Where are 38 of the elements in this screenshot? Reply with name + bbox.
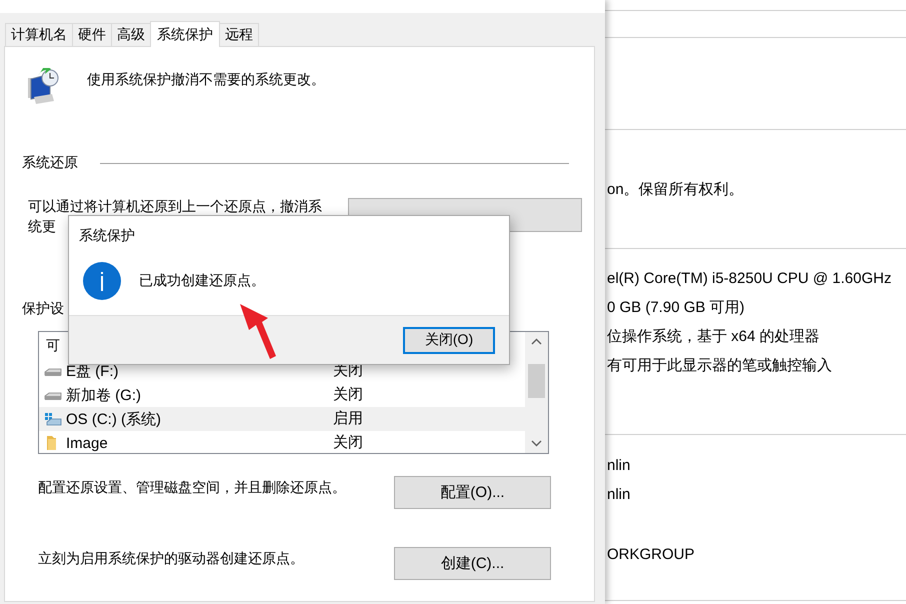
column-header: 可 <box>46 336 60 354</box>
create-button[interactable]: 创建(C)... <box>394 547 551 580</box>
scrollbar-thumb <box>528 364 545 398</box>
system-drive-icon <box>44 411 62 427</box>
tab[interactable]: 系统保护 <box>150 21 220 47</box>
drive-name[interactable]: Image <box>66 434 108 452</box>
section-title: 系统还原 <box>22 154 78 172</box>
info-text: on。保留所有权利。 <box>607 180 745 200</box>
tab[interactable]: 计算机名 <box>5 23 73 46</box>
configure-button[interactable]: 配置(O)... <box>394 476 551 509</box>
scroll-down-icon <box>531 440 542 447</box>
drive-row[interactable]: OS (C:) (系统) 启用 <box>39 407 525 431</box>
info-text: nlin <box>607 456 632 476</box>
drive-name[interactable]: E盘 (F:) <box>66 362 118 380</box>
drive-name[interactable]: 新加卷 (G:) <box>66 386 141 404</box>
protection-status: 启用 <box>333 411 363 427</box>
description-text: 可以通过将计算机还原到上一个还原点，撤消系 <box>28 197 322 216</box>
info-text: 有可用于此显示器的笔或触控输入 <box>607 356 833 376</box>
action-description: 立刻为启用系统保护的驱动器创建还原点。 <box>38 550 305 568</box>
info-icon <box>83 262 121 300</box>
protection-status: 关闭 <box>333 435 363 451</box>
section-title: 保护设 <box>22 300 65 318</box>
info-text: 0 GB (7.90 GB 可用) <box>607 298 746 318</box>
info-text: 位操作系统，基于 x64 的处理器 <box>607 327 821 347</box>
info-text: nlin <box>607 485 632 505</box>
tab[interactable]: 远程 <box>219 23 259 46</box>
dialog-message: 已成功创建还原点。 <box>139 272 265 290</box>
scroll-up-icon <box>531 338 542 345</box>
action-description: 配置还原设置、管理磁盘空间，并且删除还原点。 <box>38 479 347 497</box>
protection-status: 关闭 <box>333 387 363 403</box>
info-text: ORKGROUP <box>607 545 696 565</box>
pointer-arrow <box>240 304 276 359</box>
description-text: 统更 <box>28 217 56 236</box>
info-text: el(R) Core(TM) i5-8250U CPU @ 1.60GHz <box>607 269 892 289</box>
drive-name[interactable]: OS (C:) (系统) <box>66 410 161 428</box>
dialog-title: 系统保护 <box>78 226 136 244</box>
intro-text: 使用系统保护撤消不需要的系统更改。 <box>87 71 325 89</box>
close-button[interactable]: 关闭(O) <box>403 326 495 354</box>
